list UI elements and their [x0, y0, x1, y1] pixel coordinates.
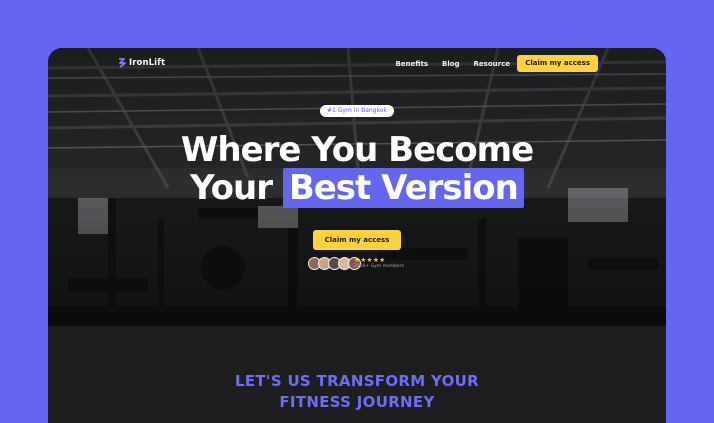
nav-links: Benefits Blog Resource [395, 60, 510, 68]
top-navigation: IronLift Benefits Blog Resource Claim my… [48, 48, 666, 82]
members-count: 2000+ Gym members [354, 264, 404, 269]
hero-headline-line1: Where You Become [180, 130, 534, 170]
nav-claim-access-button[interactable]: Claim my access [517, 55, 598, 72]
hero-claim-access-button[interactable]: Claim my access [313, 230, 401, 250]
hero-headline-line2: Your Best Version [48, 168, 666, 208]
section-title-line2: FITNESS JOURNEY [279, 393, 435, 411]
rating-stars-icon: ★★★★★ [354, 256, 386, 264]
hero-section: IronLift Benefits Blog Resource Claim my… [48, 48, 666, 326]
brand-name: IronLift [129, 58, 166, 68]
nav-link-resource[interactable]: Resource [474, 60, 510, 68]
nav-link-blog[interactable]: Blog [442, 60, 460, 68]
section-title-line1: LET'S US TRANSFORM YOUR [234, 372, 479, 390]
nav-link-benefits[interactable]: Benefits [395, 60, 428, 68]
ironlift-logo-icon [119, 58, 126, 68]
browser-frame: IronLift Benefits Blog Resource Claim my… [48, 48, 666, 423]
headline-highlight: Best Version [282, 168, 524, 208]
ranking-badge: #1 Gym in Bangkok [320, 105, 394, 117]
brand-logo[interactable]: IronLift [118, 58, 165, 68]
headline-plain-word: Your [190, 168, 273, 208]
